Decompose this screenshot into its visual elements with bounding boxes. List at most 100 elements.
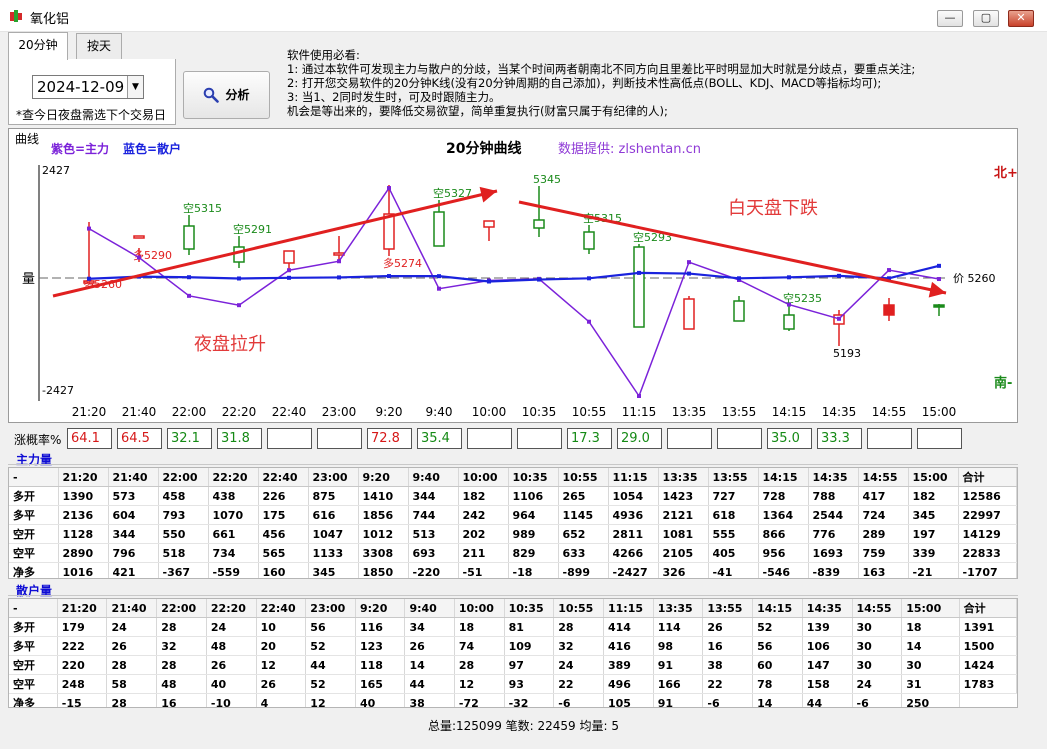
table-cell: 31	[901, 674, 960, 694]
table-cell: 866	[758, 524, 809, 544]
table-cell: 105	[603, 693, 654, 707]
table-cell: 179	[57, 617, 108, 637]
candle-label: 5345	[533, 173, 561, 186]
ratio-box: 17.3	[567, 428, 612, 449]
maximize-button[interactable]: ▢	[973, 10, 999, 27]
ratio-label: 涨概率%	[14, 433, 62, 447]
candle-body	[883, 304, 895, 316]
x-tick-label: 14:35	[822, 405, 857, 419]
table-cell: 14129	[958, 524, 1017, 544]
tab-daily[interactable]: 按天	[76, 33, 122, 59]
ratio-box: 32.1	[167, 428, 212, 449]
table-cell: 52	[752, 617, 803, 637]
table-row[interactable]: 空开 220 28 28 26 12 44 118 14 28 97 24 389 91 38 60 147 30…	[9, 655, 1017, 675]
retail-table-divider	[8, 595, 1018, 596]
candle-label: 空5315	[183, 201, 222, 215]
table-header-cell: 11:15	[603, 599, 654, 618]
table-row[interactable]: 空平 2890 796 518 734 565 1133 3308 693 211 829 633 42…	[9, 543, 1017, 563]
table-header-cell: 14:55	[852, 599, 903, 618]
table-cell: 净多	[9, 693, 58, 707]
candle-body	[483, 220, 495, 228]
table-cell: -839	[808, 562, 859, 578]
table-cell: 618	[708, 505, 759, 525]
table-header-cell: 21:40	[106, 599, 158, 618]
table-cell: 2811	[608, 524, 659, 544]
x-tick-label: 15:00	[922, 405, 957, 419]
table-cell: 4266	[608, 543, 659, 563]
table-cell: 26	[256, 674, 307, 694]
arrow-up-head	[479, 186, 497, 203]
table-cell: 728	[758, 486, 809, 506]
table-cell: 14	[752, 693, 803, 707]
candle-body	[133, 235, 145, 239]
ratio-box: 35.0	[767, 428, 812, 449]
main-force-point	[337, 259, 341, 264]
tab-20min[interactable]: 20分钟	[8, 32, 68, 60]
table-cell: 98	[653, 636, 704, 656]
chevron-down-icon[interactable]: ▼	[127, 76, 143, 98]
table-cell: 458	[158, 486, 209, 506]
legend-main: 紫色=主力	[51, 141, 109, 156]
table-cell: 28	[156, 655, 207, 675]
main-table-title: 主力量	[16, 453, 53, 467]
axis-bottom-label: -2427	[42, 384, 74, 397]
table-cell: 163	[858, 562, 909, 578]
x-tick-label: 14:55	[872, 405, 907, 419]
table-header-cell: 10:35	[508, 468, 559, 487]
table-row[interactable]: 多平 222 26 32 48 20 52 123 26 74 109 32 416 98 16 56 106 3…	[9, 636, 1017, 656]
main-force-point	[787, 302, 791, 307]
data-source: 数据提供: zlshentan.cn	[558, 141, 701, 157]
table-header-cell: 21:20	[57, 599, 108, 618]
table-cell: 1133	[308, 543, 359, 563]
instructions: 软件使用必看: 1: 通过本软件可发现主力与散户的分歧，当某个时间两者朝南北不同方…	[287, 48, 915, 118]
table-cell: 222	[57, 636, 108, 656]
price-label: 价 5260	[953, 272, 996, 285]
candle-body	[933, 304, 945, 308]
table-cell: 158	[802, 674, 853, 694]
table-cell: 1106	[508, 486, 559, 506]
table-cell: 197	[908, 524, 959, 544]
instruction-line-4: 机会是等出来的，要降低交易欲望，简单重复执行(财富只属于有纪律的人);	[287, 104, 668, 118]
close-button[interactable]: ✕	[1008, 10, 1034, 27]
main-force-table[interactable]: -21:20 21:40 22:00 22:20 22:40 23:00 9:20 9:40 1…	[8, 467, 1018, 579]
table-header-cell: 22:20	[206, 599, 257, 618]
main-table-divider	[8, 464, 1018, 465]
table-row[interactable]: 多开 1390 573 458 438 226 875 1410 344 182 1106 265 10…	[9, 486, 1017, 506]
table-cell: 32	[553, 636, 604, 656]
table-cell: 12586	[958, 486, 1017, 506]
analyze-button[interactable]: 分析	[183, 71, 270, 119]
table-row[interactable]: 多开 179 24 28 24 10 56 116 34 18 81 28 414 114 26 52 139 3…	[9, 617, 1017, 637]
table-header-cell: 10:55	[553, 599, 604, 618]
table-cell: -41	[708, 562, 759, 578]
table-cell: 60	[752, 655, 803, 675]
main-force-point	[137, 255, 141, 260]
table-cell: 24	[852, 674, 903, 694]
table-header-row[interactable]: -21:20 21:40 22:00 22:20 22:40 23:00 9:20 9:40 1…	[9, 468, 1017, 487]
retail-point	[837, 273, 841, 278]
table-header-cell: 合计	[958, 468, 1017, 487]
table-cell: 91	[653, 655, 704, 675]
table-row[interactable]: 净多 -15 28 16 -10 4 12 40 38 -72 -32 -6 105 91 -6 14 44 -6…	[9, 693, 1017, 707]
candle: 空5327	[433, 186, 472, 247]
main-force-point	[387, 186, 391, 191]
date-select[interactable]: 2024-12-09 ▼	[32, 75, 144, 99]
minimize-button[interactable]: —	[937, 10, 963, 27]
table-cell: 52	[305, 674, 356, 694]
ratio-box: 33.3	[817, 428, 862, 449]
table-cell: 空开	[9, 524, 59, 544]
table-row[interactable]: 净多 1016 421 -367 -559 160 345 1850 -220 -51 -18 -89…	[9, 562, 1017, 578]
table-row[interactable]: 空平 248 58 48 40 26 52 165 44 12 93 22 496 166 22 78 158 2…	[9, 674, 1017, 694]
table-header-cell: 22:20	[208, 468, 259, 487]
table-cell: 16	[156, 693, 207, 707]
table-cell: -2427	[608, 562, 659, 578]
table-row[interactable]: 空开 1128 344 550 661 456 1047 1012 513 202 989 652 28…	[9, 524, 1017, 544]
table-cell: 14	[404, 655, 455, 675]
ratio-box: 35.4	[417, 428, 462, 449]
main-force-point	[287, 268, 291, 273]
table-cell: 344	[108, 524, 159, 544]
table-header-row[interactable]: -21:20 21:40 22:00 22:20 22:40 23:00 9:20 9:40 1…	[9, 599, 1017, 618]
retail-table[interactable]: -21:20 21:40 22:00 22:20 22:40 23:00 9:20 9:40 1…	[8, 598, 1018, 708]
table-cell: 2121	[658, 505, 709, 525]
table-row[interactable]: 多平 2136 604 793 1070 175 616 1856 744 242 964 1145 4…	[9, 505, 1017, 525]
table-header-cell: 10:55	[558, 468, 609, 487]
